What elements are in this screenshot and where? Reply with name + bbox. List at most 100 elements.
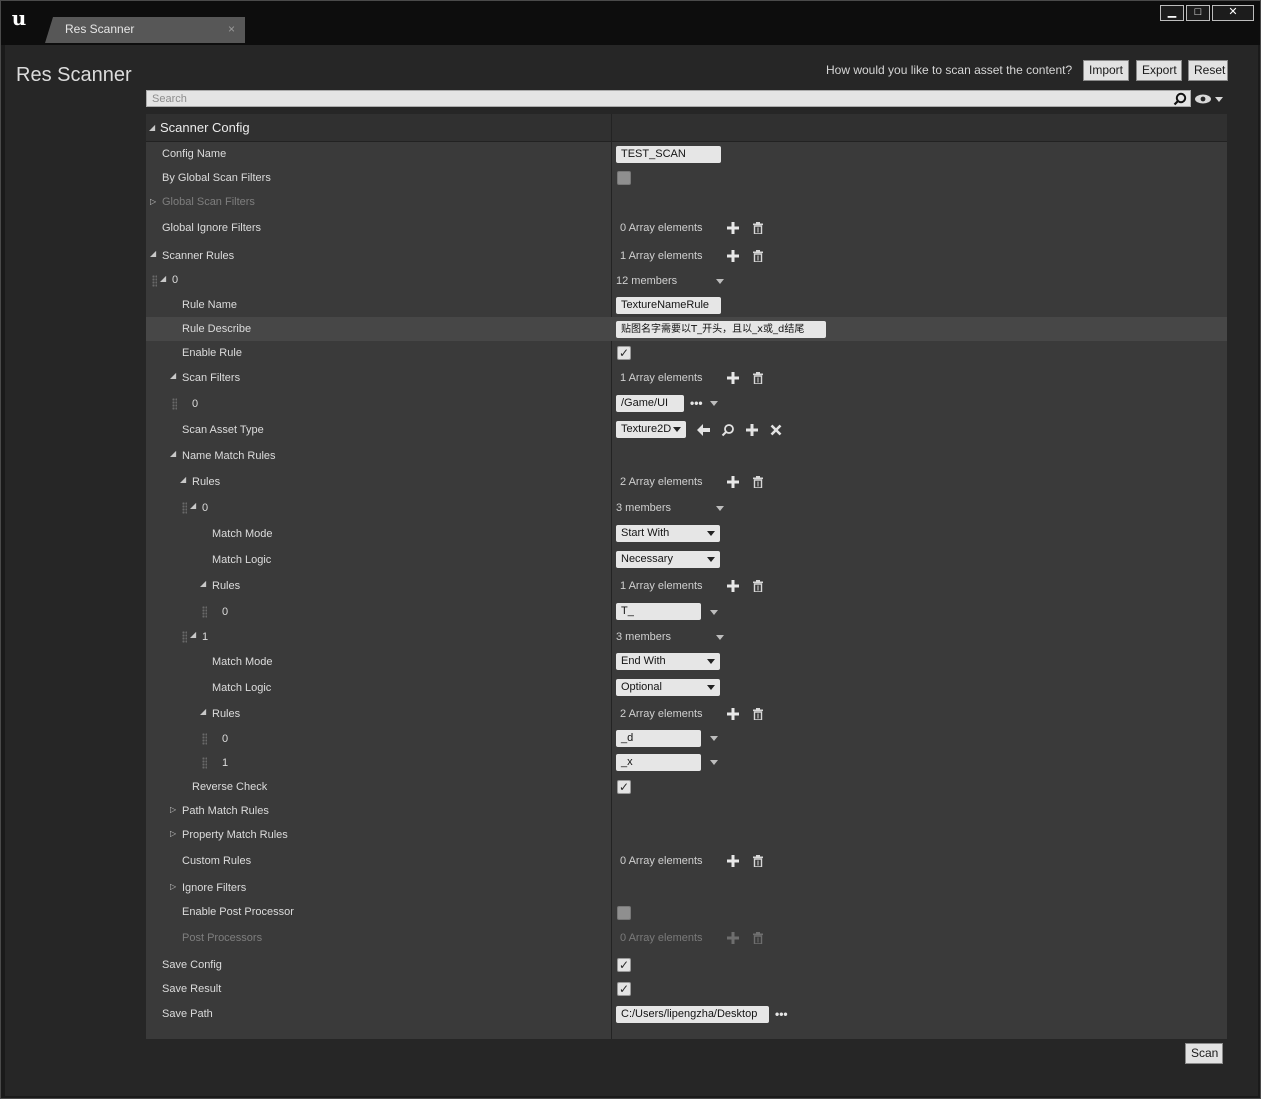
by-global-scan-filters-checkbox[interactable] (617, 171, 631, 185)
property-row-post-processors: Post Processors 0 Array elements (146, 925, 1227, 953)
property-label: Enable Post Processor (182, 906, 294, 918)
element-options-dropdown-icon[interactable] (716, 635, 724, 640)
config-name-field[interactable]: TEST_SCAN (616, 146, 721, 163)
property-row-match-mode: Match Mode End With (146, 649, 1227, 675)
property-label: Rules (212, 708, 241, 720)
delete-all-trash-icon[interactable] (752, 222, 764, 234)
scan-asset-type-dropdown[interactable]: Texture2D (616, 421, 686, 438)
element-options-dropdown-icon[interactable] (710, 736, 718, 741)
section-header-scanner-config[interactable]: ◢ Scanner Config (146, 114, 1227, 142)
close-window-button[interactable]: ✕ (1212, 5, 1254, 21)
drag-handle-icon[interactable] (172, 398, 177, 410)
add-element-plus-icon[interactable] (727, 476, 739, 488)
expand-triangle-icon[interactable]: ▷ (170, 882, 176, 891)
add-element-plus-icon[interactable] (727, 580, 739, 592)
expand-triangle-icon[interactable]: ▷ (170, 805, 176, 814)
drag-handle-icon[interactable] (202, 606, 207, 618)
delete-all-trash-icon[interactable] (752, 250, 764, 262)
add-element-plus-icon[interactable] (727, 372, 739, 384)
drag-handle-icon[interactable] (182, 502, 187, 514)
delete-all-trash-icon[interactable] (752, 580, 764, 592)
delete-all-trash-icon[interactable] (752, 476, 764, 488)
app-window: u Res Scanner × ▁ □ ✕ Res Scanner How wo… (0, 0, 1261, 1099)
collapse-triangle-icon[interactable]: ◢ (190, 630, 196, 639)
collapse-triangle-icon[interactable]: ◢ (200, 707, 206, 716)
save-result-checkbox[interactable]: ✓ (617, 982, 631, 996)
drag-handle-icon[interactable] (152, 275, 157, 287)
view-options-eye-icon[interactable] (1194, 92, 1224, 106)
collapse-triangle-icon[interactable]: ◢ (160, 274, 166, 283)
scan-filter-path-field[interactable]: /Game/UI (616, 395, 684, 412)
property-row-scan-filters: ◢ Scan Filters 1 Array elements (146, 365, 1227, 391)
expand-triangle-icon[interactable]: ▷ (170, 829, 176, 838)
rule-describe-field[interactable]: 贴图名字需要以T_开头，且以_x或_d结尾 (616, 321, 826, 338)
property-label: Save Result (162, 983, 222, 995)
element-options-dropdown-icon[interactable] (716, 506, 724, 511)
rule-name-field[interactable]: TextureNameRule (616, 297, 721, 314)
scan-button[interactable]: Scan (1185, 1043, 1223, 1064)
enable-rule-checkbox[interactable]: ✓ (617, 346, 631, 360)
element-options-dropdown-icon[interactable] (710, 401, 718, 406)
search-icon[interactable] (1173, 92, 1187, 106)
collapse-triangle-icon[interactable]: ◢ (190, 501, 196, 510)
drag-handle-icon[interactable] (202, 733, 207, 745)
add-element-plus-icon[interactable] (727, 708, 739, 720)
element-options-dropdown-icon[interactable] (710, 610, 718, 615)
collapse-triangle-icon[interactable]: ◢ (150, 249, 156, 258)
chevron-down-icon (707, 531, 715, 536)
collapse-triangle-icon[interactable]: ◢ (180, 475, 186, 484)
dropdown-value: Optional (621, 681, 662, 693)
import-button[interactable]: Import (1083, 60, 1129, 81)
delete-all-trash-icon[interactable] (752, 708, 764, 720)
match-mode-dropdown[interactable]: Start With (616, 525, 720, 542)
match-logic-dropdown[interactable]: Optional (616, 679, 720, 696)
delete-all-trash-icon (753, 932, 763, 944)
drag-handle-icon[interactable] (182, 631, 187, 643)
match-mode-dropdown[interactable]: End With (616, 653, 720, 670)
property-label: Custom Rules (182, 855, 252, 867)
clear-x-icon[interactable] (769, 423, 783, 437)
minimize-button[interactable]: ▁ (1160, 5, 1184, 21)
add-element-plus-icon[interactable] (727, 855, 739, 867)
dropdown-value: Start With (621, 527, 670, 539)
create-new-plus-icon[interactable] (745, 423, 759, 437)
maximize-button[interactable]: □ (1186, 5, 1210, 21)
property-row-enable-post-processor: Enable Post Processor (146, 899, 1227, 925)
delete-all-trash-icon[interactable] (752, 372, 764, 384)
drag-handle-icon[interactable] (202, 757, 207, 769)
match-logic-dropdown[interactable]: Necessary (616, 551, 720, 568)
save-path-field[interactable]: C:/Users/lipengzha/Desktop (616, 1006, 769, 1023)
collapse-triangle-icon[interactable]: ◢ (170, 449, 176, 458)
title-bar[interactable]: u Res Scanner × ▁ □ ✕ (1, 1, 1260, 45)
tab-res-scanner[interactable]: Res Scanner × (45, 17, 245, 43)
delete-all-trash-icon[interactable] (752, 855, 764, 867)
rule-pattern-field[interactable]: _d (616, 730, 701, 747)
export-button[interactable]: Export (1136, 60, 1182, 81)
property-label: Rules (212, 580, 241, 592)
property-row-global-ignore-filters: Global Ignore Filters 0 Array elements (146, 215, 1227, 243)
collapse-triangle-icon[interactable]: ◢ (149, 123, 155, 132)
rule-pattern-field[interactable]: _x (616, 754, 701, 771)
collapse-triangle-icon[interactable]: ◢ (170, 371, 176, 380)
save-config-checkbox[interactable]: ✓ (617, 958, 631, 972)
element-index: 1 (222, 757, 229, 769)
array-count: 1 Array elements (620, 372, 703, 384)
property-row-sub-rules: ◢ Rules 1 Array elements (146, 573, 1227, 599)
add-element-plus-icon[interactable] (727, 222, 739, 234)
tab-close-icon[interactable]: × (228, 22, 235, 36)
enable-post-processor-checkbox[interactable] (617, 906, 631, 920)
expand-triangle-icon[interactable]: ▷ (150, 197, 156, 206)
reverse-check-checkbox[interactable]: ✓ (617, 780, 631, 794)
element-options-dropdown-icon[interactable] (710, 760, 718, 765)
collapse-triangle-icon[interactable]: ◢ (200, 579, 206, 588)
browse-search-icon[interactable] (721, 423, 735, 437)
add-element-plus-icon[interactable] (727, 250, 739, 262)
browse-path-ellipsis-icon[interactable]: ••• (690, 396, 703, 410)
rule-pattern-field[interactable]: T_ (616, 603, 701, 620)
property-label: Rule Describe (182, 323, 252, 335)
use-selected-arrow-left-icon[interactable] (697, 423, 711, 437)
search-input[interactable] (147, 91, 1167, 106)
reset-button[interactable]: Reset (1188, 60, 1228, 81)
browse-path-ellipsis-icon[interactable]: ••• (775, 1007, 788, 1021)
element-options-dropdown-icon[interactable] (716, 279, 724, 284)
